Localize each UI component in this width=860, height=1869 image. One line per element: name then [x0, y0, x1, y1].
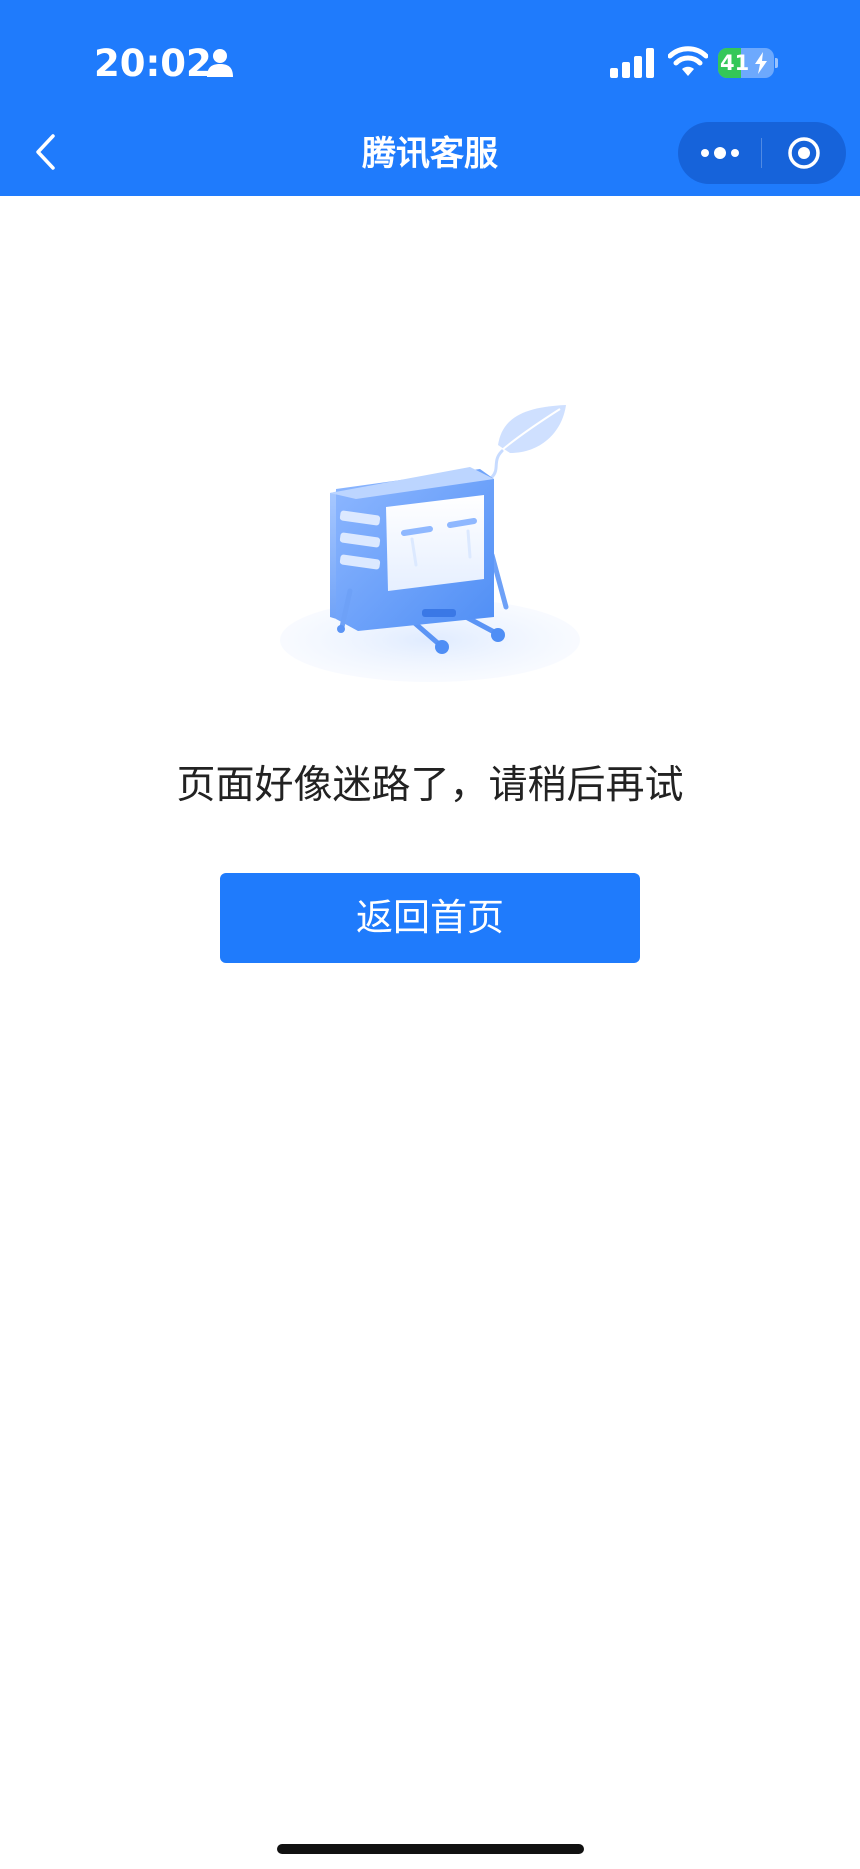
more-dots-icon: [700, 147, 739, 159]
wifi-icon: [668, 46, 708, 76]
error-message: 页面好像迷路了，请稍后再试: [176, 763, 684, 808]
battery-percentage: 41: [720, 51, 750, 75]
return-home-button[interactable]: 返回首页: [220, 873, 640, 963]
target-circle-icon: [788, 137, 820, 169]
lost-computer-illustration: [280, 405, 580, 682]
top-bar: 20:02 41 腾讯客服: [0, 0, 860, 196]
close-mini-program-button[interactable]: [762, 122, 846, 184]
battery-icon: 41: [718, 48, 778, 78]
mini-program-capsule: [678, 122, 846, 184]
more-button[interactable]: [678, 122, 761, 184]
person-icon: [207, 49, 233, 77]
back-button[interactable]: [20, 122, 70, 182]
cellular-signal-icon: [610, 48, 654, 78]
charging-bolt-icon: [755, 52, 767, 74]
page-title: 腾讯客服: [362, 134, 498, 174]
home-indicator: [277, 1844, 584, 1854]
status-time: 20:02: [94, 41, 212, 85]
chevron-left-icon: [36, 134, 55, 170]
